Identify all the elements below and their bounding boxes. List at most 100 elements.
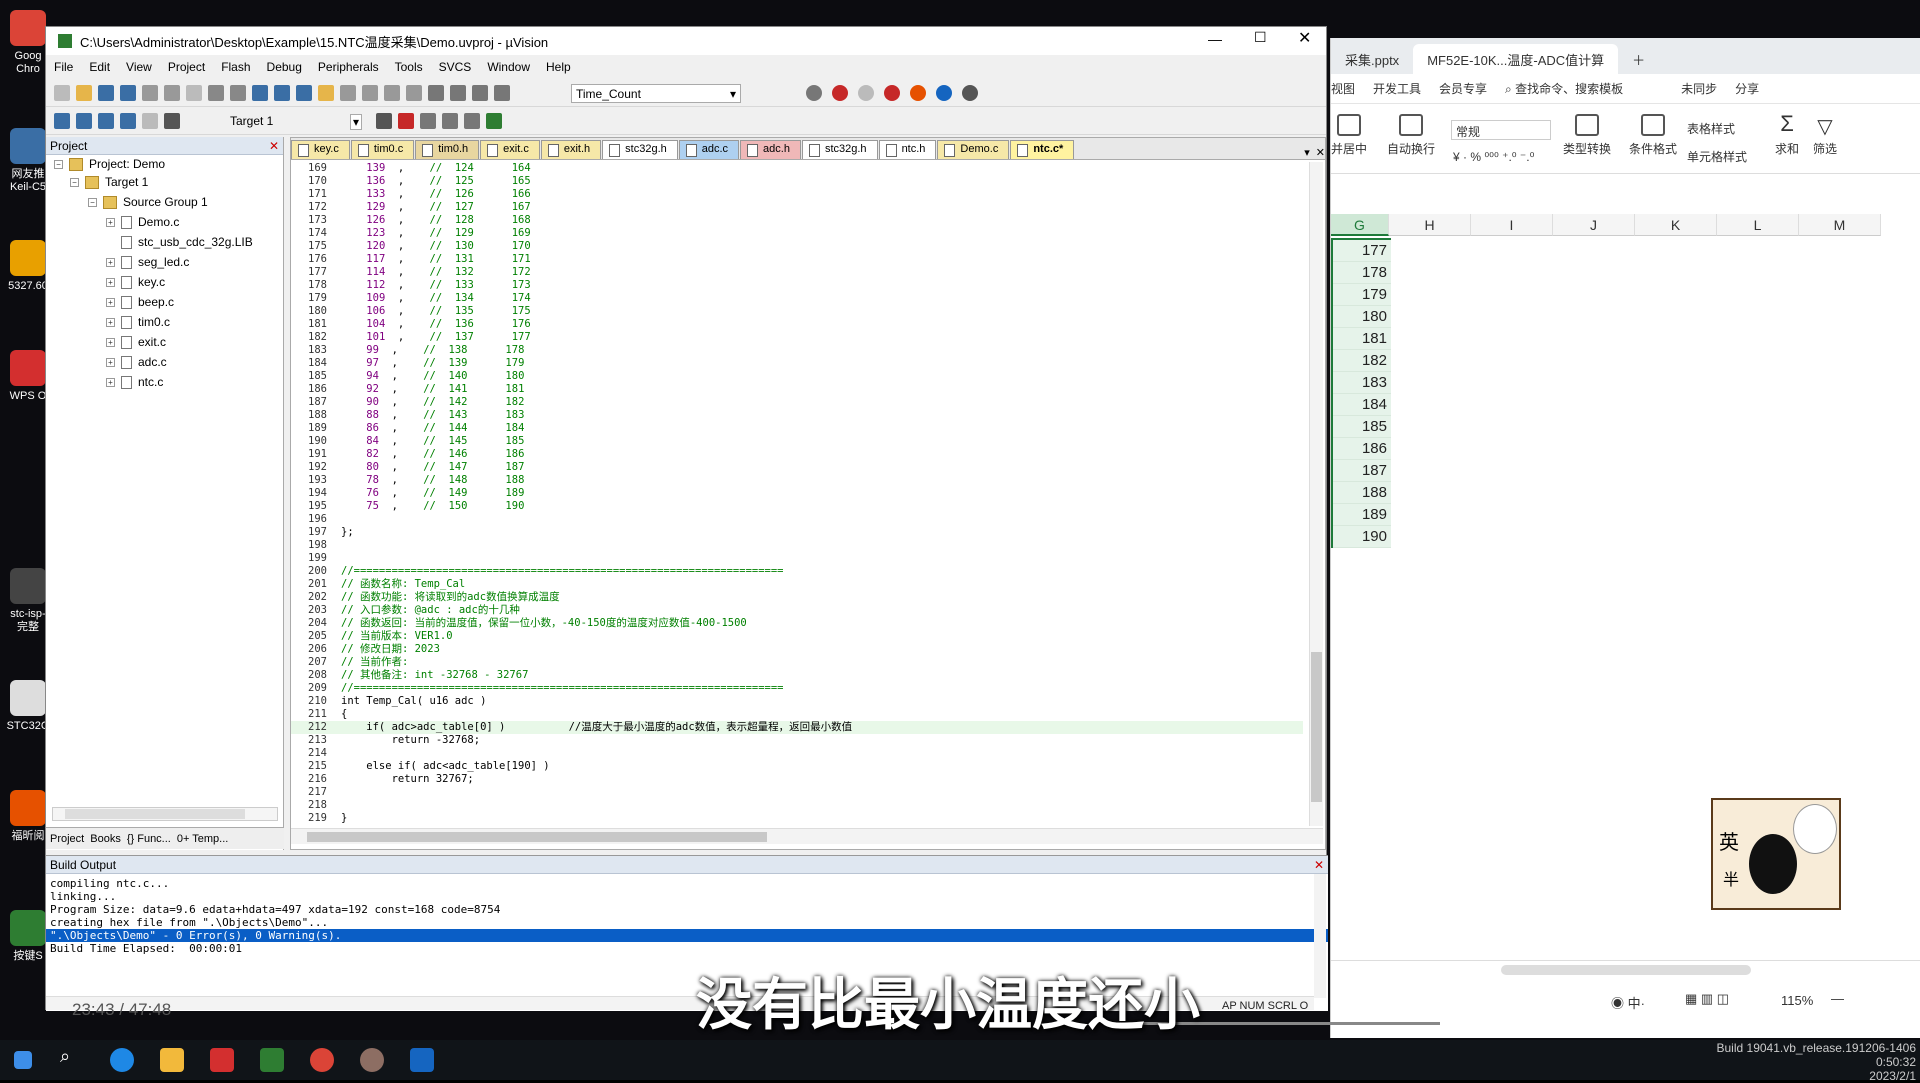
file-tab-stc32g-h[interactable]: stc32g.h: [801, 140, 878, 159]
tab-project[interactable]: Project: [50, 833, 84, 845]
toolbar-icon[interactable]: [120, 85, 136, 101]
tree-source-group[interactable]: − Source Group 1: [88, 193, 208, 211]
filter-button[interactable]: ▽ 筛选: [1813, 114, 1837, 157]
editor-hscroll-thumb[interactable]: [307, 832, 767, 842]
cell-g[interactable]: 187: [1333, 460, 1391, 482]
tree-file-beep-c[interactable]: + beep.c: [106, 293, 174, 311]
desktop-icon[interactable]: Goog Chro: [6, 10, 50, 76]
toolbar-icon[interactable]: [318, 85, 334, 101]
sum-button[interactable]: Σ 求和: [1775, 113, 1799, 157]
wps-tab-xlsx[interactable]: MF52E-10K...温度-ADC值计算: [1413, 44, 1619, 74]
desktop-icon[interactable]: 福昕阅: [6, 790, 50, 843]
editor-vscroll[interactable]: [1309, 162, 1323, 826]
file-tab-key-c[interactable]: key.c: [291, 140, 350, 159]
editor-vscroll-thumb[interactable]: [1311, 652, 1322, 802]
desktop-icon[interactable]: 网友推 Keil-C5: [6, 128, 50, 194]
app-taskbar-icon[interactable]: [360, 1048, 384, 1072]
number-format-select[interactable]: 常规: [1451, 120, 1551, 140]
view-buttons[interactable]: ▦ ▥ ◫: [1685, 991, 1729, 1007]
menu-edit[interactable]: Edit: [89, 60, 110, 74]
tree-project-root[interactable]: − Project: Demo: [54, 155, 165, 173]
column-header-m[interactable]: M: [1799, 214, 1881, 236]
editor-close-icon[interactable]: ✕: [1316, 146, 1325, 159]
build-toolbar-icon[interactable]: [120, 113, 136, 129]
cell-g[interactable]: 186: [1333, 438, 1391, 460]
menu-window[interactable]: Window: [487, 60, 530, 74]
toolbar-icon[interactable]: [884, 85, 900, 101]
selected-column-g[interactable]: 177 178 179 180 181 182 183 184 185 186 187 188 189 1…: [1331, 238, 1391, 548]
minimize-icon[interactable]: —: [1208, 31, 1222, 47]
tree-file-ntc-c[interactable]: + ntc.c: [106, 373, 163, 391]
windows-start-icon[interactable]: [14, 1051, 32, 1069]
cell-g[interactable]: 179: [1333, 284, 1391, 306]
build-vscroll[interactable]: [1314, 874, 1326, 998]
tree-file-stc_usb_cdc_32g-lib[interactable]: stc_usb_cdc_32g.LIB: [121, 233, 253, 251]
toolbar-icon[interactable]: [832, 85, 848, 101]
menu-peripherals[interactable]: Peripherals: [318, 60, 379, 74]
merge-center-button[interactable]: 并居中: [1331, 114, 1367, 157]
toolbar-icon[interactable]: [142, 85, 158, 101]
cell-g[interactable]: 181: [1333, 328, 1391, 350]
toolbar-icon[interactable]: [858, 85, 874, 101]
menu-svcs[interactable]: SVCS: [439, 60, 472, 74]
zoom-minus-icon[interactable]: —: [1831, 991, 1844, 1006]
zoom-level[interactable]: 115%: [1781, 993, 1813, 1008]
expand-toggle-icon[interactable]: +: [106, 317, 115, 327]
toolbar-icon[interactable]: [406, 85, 422, 101]
column-header-h[interactable]: H: [1389, 214, 1471, 236]
toolbar-icon[interactable]: [362, 85, 378, 101]
build-toolbar-icon[interactable]: [142, 113, 158, 129]
toolbar-icon[interactable]: [186, 85, 202, 101]
toolbar-icon[interactable]: [252, 85, 268, 101]
cell-g[interactable]: 180: [1333, 306, 1391, 328]
cell-g[interactable]: 177: [1333, 240, 1391, 262]
expand-toggle-icon[interactable]: +: [106, 337, 115, 347]
tree-target[interactable]: − Target 1: [70, 173, 148, 191]
toolbar-icon[interactable]: [274, 85, 290, 101]
desktop-icon[interactable]: STC32G: [6, 680, 50, 733]
cell-g[interactable]: 188: [1333, 482, 1391, 504]
tab-templates[interactable]: 0+ Temp...: [177, 833, 228, 845]
build-toolbar-icon[interactable]: [98, 113, 114, 129]
tree-file-adc-c[interactable]: + adc.c: [106, 353, 167, 371]
file-tab-tim0-c[interactable]: tim0.c: [350, 140, 415, 159]
tree-file-seg_led-c[interactable]: + seg_led.c: [106, 253, 189, 271]
project-hscroll[interactable]: [52, 807, 278, 821]
cell-g[interactable]: 182: [1333, 350, 1391, 372]
tree-file-demo-c[interactable]: + Demo.c: [106, 213, 179, 231]
desktop-icon[interactable]: stc-isp- 完整: [6, 568, 50, 634]
panel-close-icon[interactable]: ✕: [269, 139, 279, 153]
file-tab-exit-c[interactable]: exit.c: [480, 140, 540, 159]
column-header-i[interactable]: I: [1471, 214, 1553, 236]
toolbar-icon[interactable]: [910, 85, 926, 101]
edge-icon[interactable]: [110, 1048, 134, 1072]
tree-file-exit-c[interactable]: + exit.c: [106, 333, 166, 351]
file-tab-exit-h[interactable]: exit.h: [540, 140, 602, 159]
toolbar-icon[interactable]: [806, 85, 822, 101]
expand-toggle-icon[interactable]: −: [54, 159, 63, 169]
desktop-icon[interactable]: WPS O: [6, 350, 50, 403]
column-header-g[interactable]: G: [1331, 214, 1389, 236]
toolbar-icon[interactable]: [98, 85, 114, 101]
toolbar-icon[interactable]: [54, 85, 70, 101]
wps-hscroll[interactable]: [1331, 960, 1920, 980]
new-tab-plus-icon[interactable]: ＋: [1618, 44, 1659, 74]
file-tab-ntc-h[interactable]: ntc.h: [878, 140, 937, 159]
desktop-icon[interactable]: 5327.60: [6, 240, 50, 293]
toolbar-icon[interactable]: [494, 85, 510, 101]
wps-search-command[interactable]: ⌕ 查找命令、搜索模板: [1505, 80, 1623, 97]
menu-view[interactable]: View: [126, 60, 152, 74]
column-header-j[interactable]: J: [1553, 214, 1635, 236]
toolbar-icon[interactable]: [450, 85, 466, 101]
build-toolbar-icon[interactable]: [486, 113, 502, 129]
file-tab-ntc-c-[interactable]: ntc.c*: [1010, 140, 1075, 159]
toolbar-icon[interactable]: [76, 85, 92, 101]
toolbar-icon[interactable]: [472, 85, 488, 101]
cell-g[interactable]: 183: [1333, 372, 1391, 394]
toolbar-icon[interactable]: [384, 85, 400, 101]
cell-style-button[interactable]: 单元格样式: [1687, 148, 1747, 165]
menu-file[interactable]: File: [54, 60, 73, 74]
build-toolbar-icon[interactable]: [376, 113, 392, 129]
wps-taskbar-icon[interactable]: [210, 1048, 234, 1072]
menu-flash[interactable]: Flash: [221, 60, 250, 74]
